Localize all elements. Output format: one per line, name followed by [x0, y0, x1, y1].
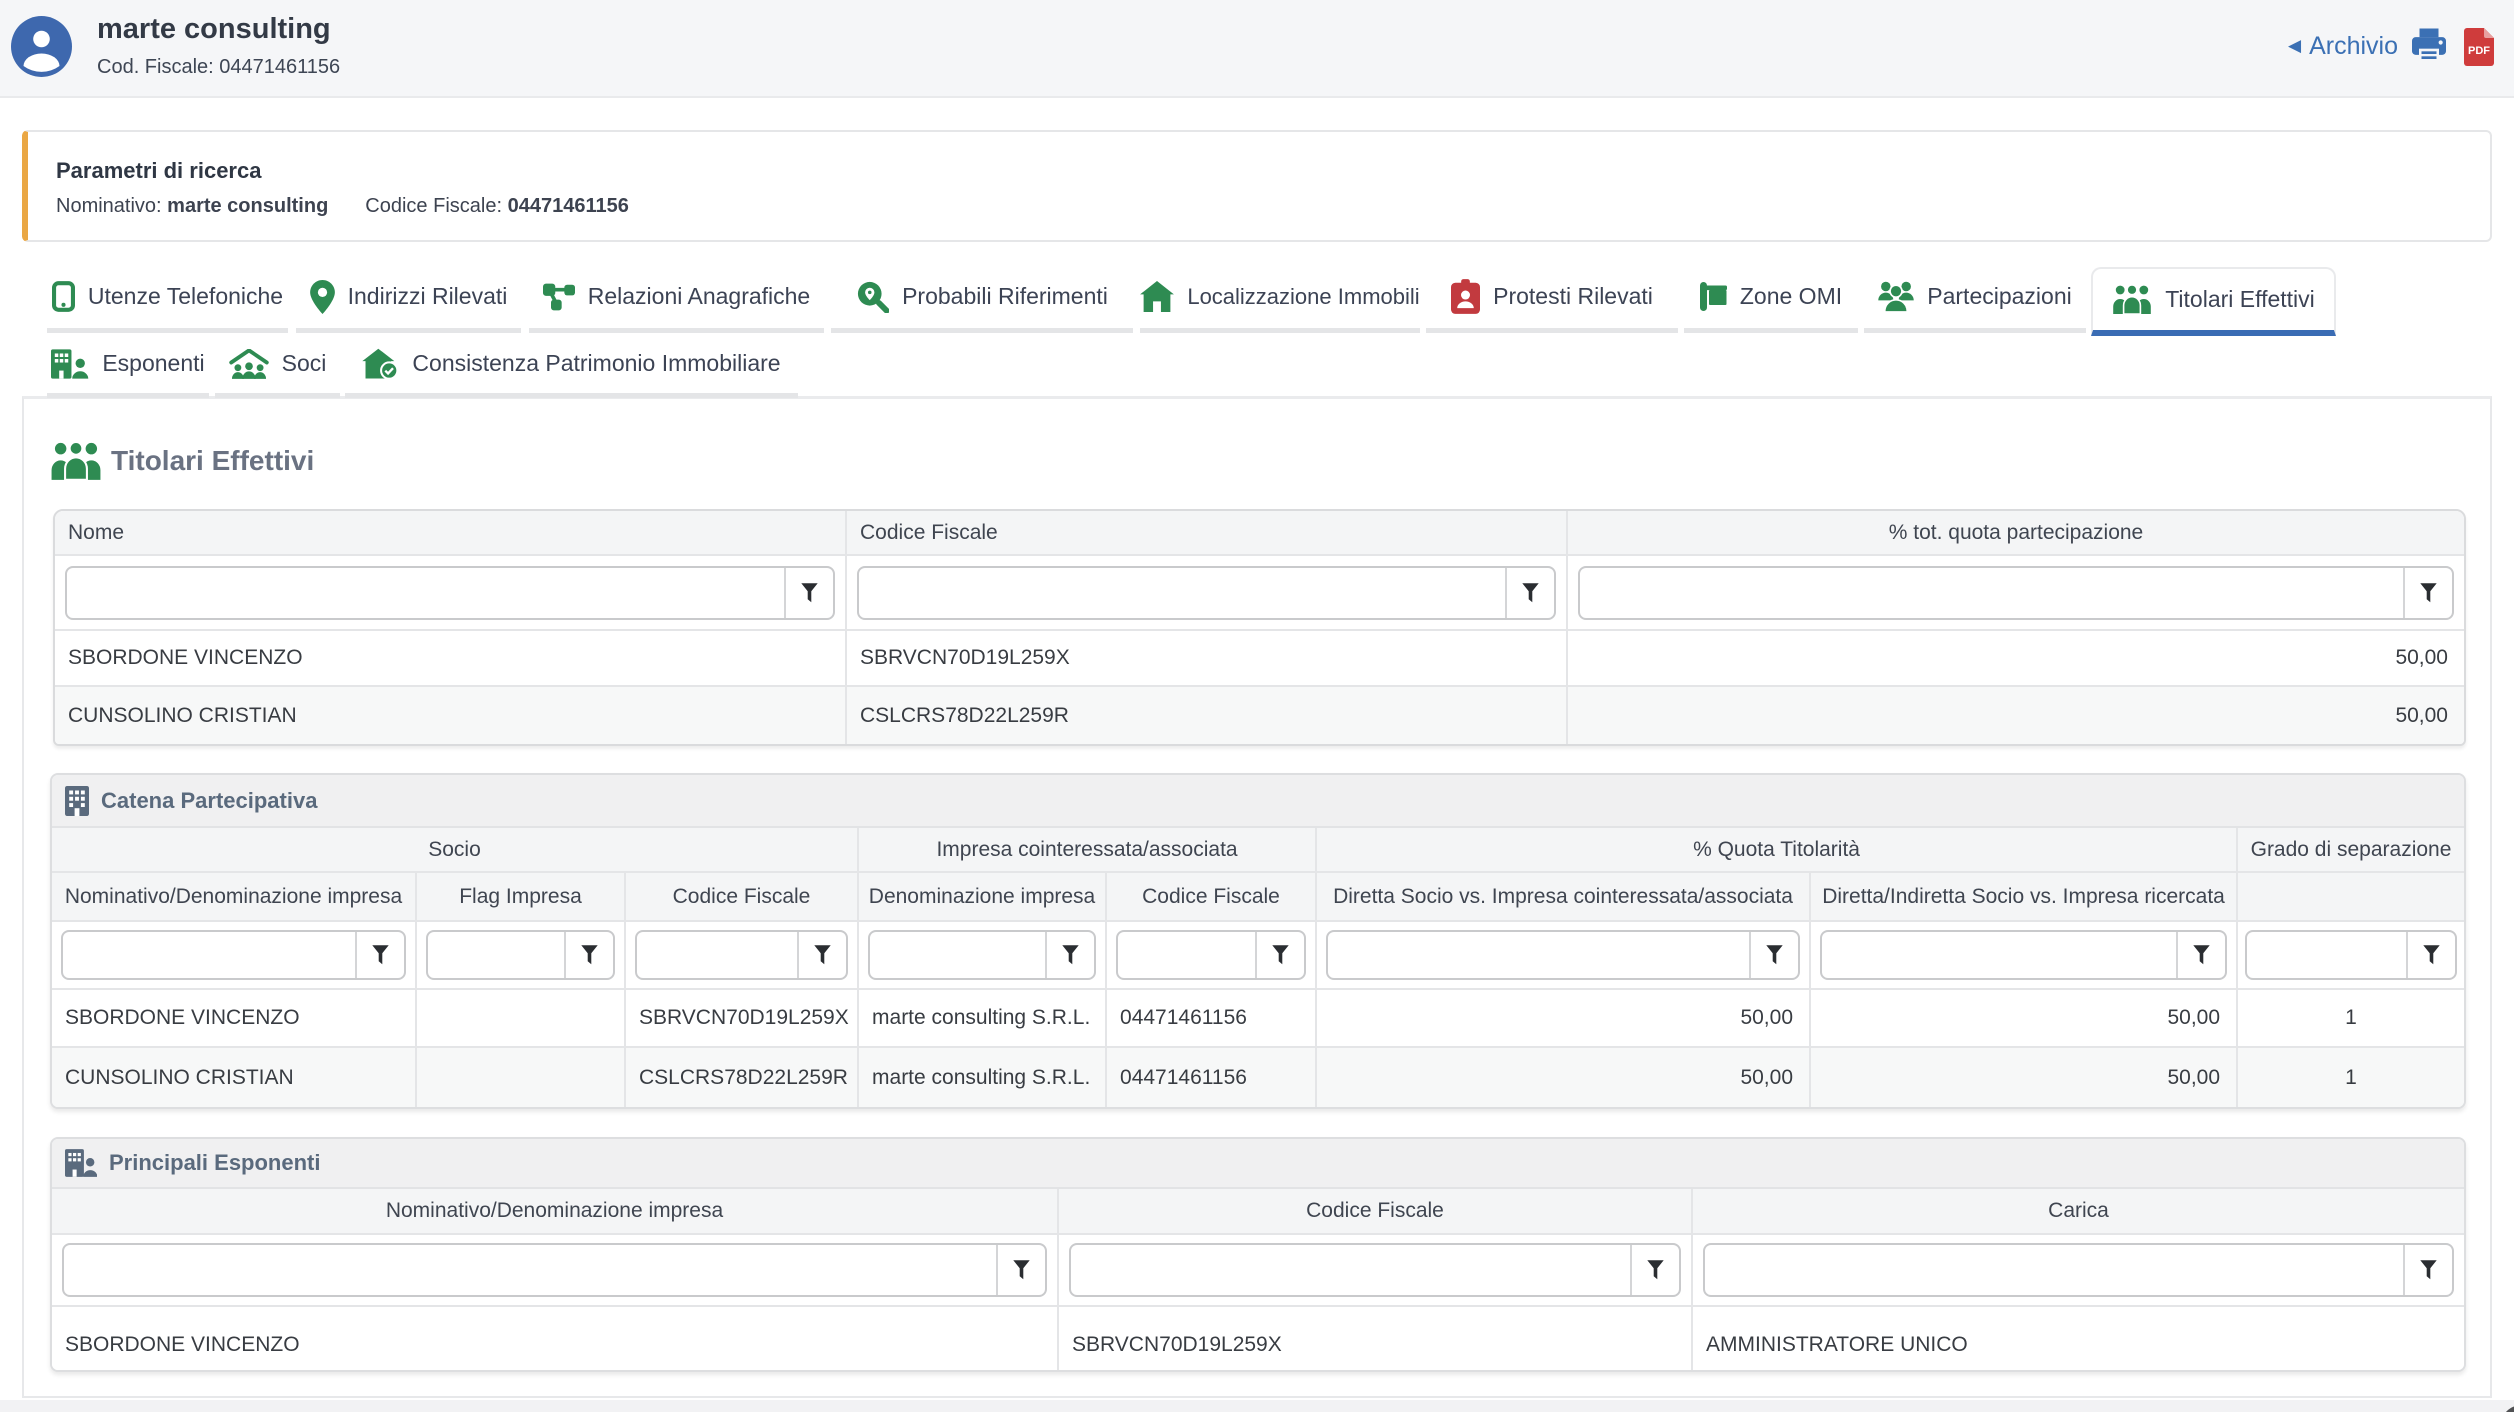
svg-text:PDF: PDF — [2468, 45, 2490, 57]
